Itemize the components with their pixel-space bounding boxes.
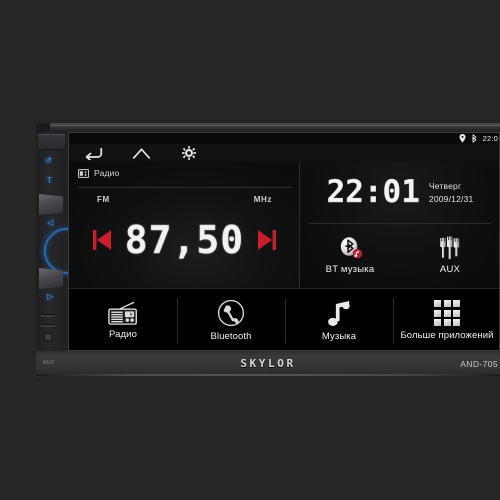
app-tile-music-label: Музыка [321, 330, 357, 342]
volume-knob-light-ring[interactable] [44, 228, 68, 274]
bluetooth-icon [471, 134, 477, 143]
date-block: Четверг 2009/12/31 [429, 181, 474, 204]
source-bt-music-label: BT музыка [325, 264, 375, 275]
hardware-glyph-prev: ◁ [47, 218, 54, 227]
device-left-control-panel: ↺ T ◁ ▷ [36, 132, 68, 351]
source-aux-label: AUX [439, 263, 461, 275]
clock-time: 22:01 [326, 173, 420, 210]
hardware-button-power[interactable] [38, 134, 65, 150]
clock-and-sources-widget: 22:01 Четверг 2009/12/31 BT музыка AUX [300, 162, 499, 288]
radio-icon [78, 168, 89, 178]
radio-frequency-value: 87,50 [124, 218, 245, 262]
source-shortcut-row: BT музыка AUX [300, 226, 499, 284]
phone-handset-icon [217, 299, 245, 327]
seek-next-icon[interactable] [256, 229, 277, 251]
app-tile-radio-label: Радио [109, 329, 137, 340]
device-top-bezel-highlight [50, 125, 500, 126]
radio-widget[interactable]: Радио FM MHz 87,50 [69, 162, 300, 288]
clock-widget[interactable]: 22:01 Четверг 2009/12/31 [300, 166, 499, 218]
status-bar-clock: 22:0 [482, 134, 498, 143]
info-widget-divider [309, 223, 491, 224]
home-screen-content: Радио FM MHz 87,50 22:01 Четверг 2009/12… [69, 162, 499, 350]
hardware-port-square [44, 333, 52, 341]
radio-band-label: FM [97, 195, 110, 204]
scene-backdrop: ↺ T ◁ ▷ 22:0 Радио FM MHz 87,50 22:01 Че… [0, 0, 500, 500]
radio-icon [107, 301, 137, 325]
device-lcd-screen[interactable]: 22:0 Радио FM MHz 87,50 22:01 Четверг 20… [68, 132, 500, 351]
home-icon [132, 148, 150, 159]
app-tile-bluetooth[interactable]: Bluetooth [177, 289, 285, 350]
device-bottom-bezel: AUX SKYLOR AND-705 [36, 351, 500, 381]
app-tile-more-apps-label: Больше приложений [400, 330, 494, 341]
clock-day-of-week: Четверг [428, 180, 462, 191]
radio-band-row: FM MHz [69, 195, 300, 204]
aux-plugs-icon [440, 235, 460, 259]
settings-button[interactable] [165, 144, 213, 162]
source-aux[interactable]: AUX [400, 226, 499, 284]
radio-widget-header: Радио [78, 168, 291, 183]
source-bt-music[interactable]: BT музыка [300, 226, 400, 284]
hardware-button-next[interactable] [39, 268, 63, 289]
seek-previous-icon[interactable] [92, 229, 113, 251]
back-button[interactable] [69, 144, 117, 162]
hardware-slot-upper [41, 314, 55, 317]
device-brand-logo: SKYLOR [240, 357, 296, 370]
app-grid-icon [434, 300, 460, 326]
android-status-bar: 22:0 [69, 133, 499, 144]
radio-widget-title: Радио [94, 168, 120, 178]
home-button[interactable] [117, 144, 165, 162]
android-navigation-bar [69, 144, 499, 162]
device-model-number: AND-705 [460, 359, 498, 369]
location-pin-icon [459, 134, 466, 143]
hardware-glyph-reset: ↺ [45, 156, 52, 165]
radio-unit-label: MHz [253, 195, 272, 204]
hardware-button-prev[interactable] [39, 194, 63, 215]
hardware-glyph-tune: T [47, 176, 52, 185]
clock-date: 2009/12/31 [428, 193, 474, 204]
music-note-icon [328, 300, 350, 326]
gear-icon [182, 146, 196, 160]
app-tile-bluetooth-label: Bluetooth [210, 331, 252, 342]
hardware-glyph-next: ▷ [47, 292, 54, 301]
screen-content: 22:0 Радио FM MHz 87,50 22:01 Четверг 20… [69, 133, 499, 350]
app-shortcut-row: Радио Bluetooth Музыка Больше приложений [69, 288, 499, 350]
app-tile-radio[interactable]: Радио [69, 289, 177, 350]
radio-widget-divider [78, 187, 292, 188]
hardware-slot-lower [41, 324, 55, 327]
upper-widget-row: Радио FM MHz 87,50 22:01 Четверг 2009/12… [69, 162, 499, 288]
back-arrow-icon [85, 147, 102, 160]
car-head-unit-device: ↺ T ◁ ▷ 22:0 Радио FM MHz 87,50 22:01 Че… [36, 123, 500, 381]
device-bottom-trim [36, 374, 500, 376]
app-tile-more-apps[interactable]: Больше приложений [393, 289, 499, 350]
bluetooth-music-icon [340, 237, 362, 259]
radio-frequency-row: 87,50 [69, 215, 300, 265]
app-tile-music[interactable]: Музыка [285, 289, 393, 350]
